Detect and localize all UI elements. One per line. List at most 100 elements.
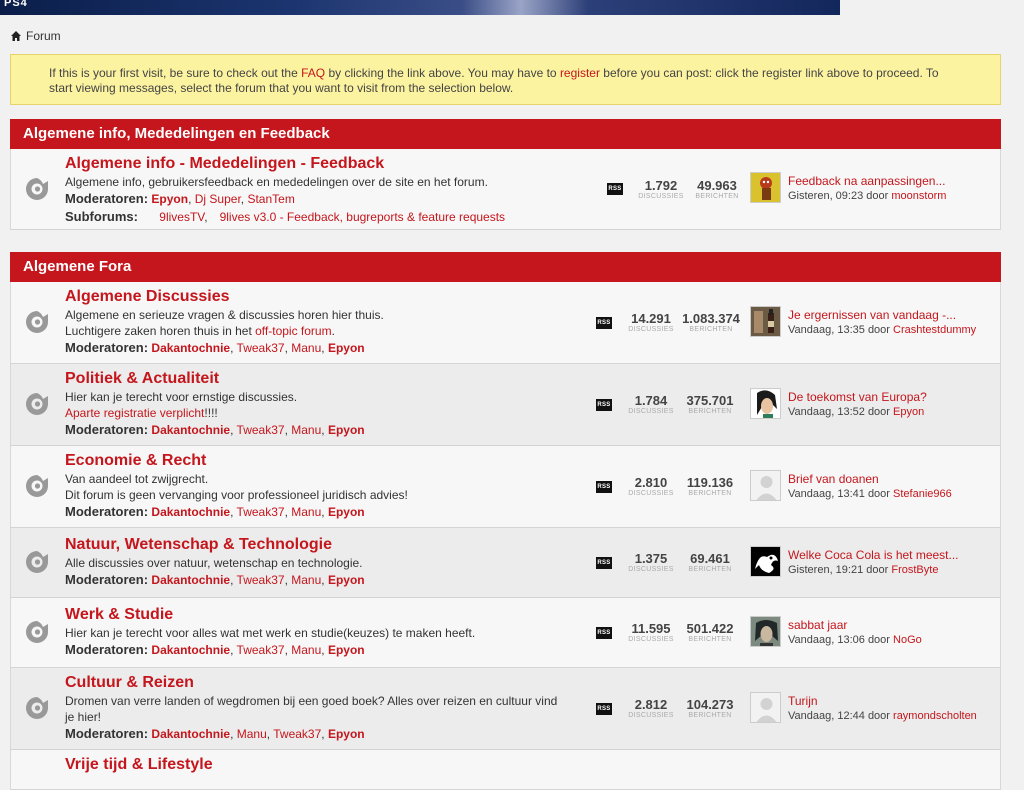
moderator-link[interactable]: Tweak37 [237, 341, 285, 355]
last-post-title[interactable]: Welke Coca Cola is het meest... [788, 547, 998, 563]
last-post-user[interactable]: raymondscholten [893, 710, 977, 722]
last-post-title[interactable]: De toekomst van Europa? [788, 389, 998, 405]
last-post-user[interactable]: FrostByte [891, 564, 938, 576]
section-title[interactable]: Algemene info, Mededelingen en Feedback [10, 119, 1001, 149]
moderator-link[interactable]: Tweak37 [237, 423, 285, 437]
posts-count: 69.461 BERICHTEN [688, 551, 732, 573]
avatar[interactable] [750, 616, 781, 647]
last-post-title[interactable]: sabbat jaar [788, 617, 998, 633]
section-algemene-info: Algemene info, Mededelingen en Feedback … [10, 119, 1001, 230]
forum-title-link[interactable]: Natuur, Wetenschap & Technologie [65, 535, 605, 555]
subforum-link[interactable]: 9lives v3.0 - Feedback, bugreports & fea… [220, 210, 506, 224]
rss-icon[interactable]: RSS [607, 183, 623, 195]
register-link[interactable]: register [560, 66, 600, 80]
faq-link[interactable]: FAQ [301, 66, 325, 80]
forum-status-icon [26, 393, 48, 415]
moderator-link[interactable]: Dakantochnie [151, 423, 230, 437]
moderator-link[interactable]: Epyon [328, 423, 365, 437]
moderator-link[interactable]: Tweak37 [237, 505, 285, 519]
avatar[interactable] [750, 388, 781, 419]
moderator-link[interactable]: Epyon [328, 505, 365, 519]
last-post: sabbat jaar Vandaag, 13:06 door NoGo [788, 617, 998, 647]
breadcrumb-forum-link[interactable]: Forum [26, 29, 61, 43]
forum-title-link[interactable]: Politiek & Actualiteit [65, 369, 605, 389]
last-post-user[interactable]: Stefanie966 [893, 488, 952, 500]
last-post-user[interactable]: Crashtestdummy [893, 324, 976, 336]
moderator-link[interactable]: Manu [237, 727, 267, 741]
moderators-line: Moderatoren: Dakantochnie, Tweak37, Manu… [65, 422, 365, 437]
last-post-user[interactable]: NoGo [893, 634, 922, 646]
first-visit-notice: If this is your first visit, be sure to … [10, 54, 1001, 105]
last-post: Turijn Vandaag, 12:44 door raymondscholt… [788, 693, 998, 723]
home-icon[interactable] [10, 30, 22, 42]
last-post-title[interactable]: Brief van doanen [788, 471, 998, 487]
moderator-link[interactable]: Manu [291, 341, 321, 355]
last-post-title[interactable]: Turijn [788, 693, 998, 709]
moderators-line: Moderatoren: Dakantochnie, Tweak37, Manu… [65, 572, 365, 587]
moderator-link[interactable]: Tweak37 [237, 573, 285, 587]
moderator-link[interactable]: Manu [291, 505, 321, 519]
rss-icon[interactable]: RSS [596, 703, 612, 715]
forum-row: Algemene info - Mededelingen - Feedback … [10, 149, 1001, 230]
avatar[interactable] [750, 306, 781, 337]
moderator-link[interactable]: Epyon [328, 573, 365, 587]
moderator-link[interactable]: Epyon [328, 643, 365, 657]
moderator-link[interactable]: Dakantochnie [151, 341, 230, 355]
moderators-line: Moderatoren: Epyon, Dj Super, StanTem [65, 191, 295, 206]
last-post-title[interactable]: Feedback na aanpassingen... [788, 173, 998, 189]
posts-count: 375.701 BERICHTEN [686, 393, 734, 415]
off-topic-link[interactable]: off-topic forum [255, 324, 331, 338]
moderator-link[interactable]: Dakantochnie [151, 643, 230, 657]
moderator-link[interactable]: Dakantochnie [151, 573, 230, 587]
moderator-link[interactable]: Epyon [328, 341, 365, 355]
avatar[interactable] [750, 470, 781, 501]
moderator-link[interactable]: Tweak37 [237, 643, 285, 657]
discussions-count: 2.812 DISCUSSIES [628, 697, 674, 719]
posts-count: 49.963 BERICHTEN [695, 178, 739, 200]
moderators-line: Moderatoren: Dakantochnie, Tweak37, Manu… [65, 642, 365, 657]
forum-row: Natuur, Wetenschap & Technologie Alle di… [10, 528, 1001, 598]
banner-logo: PS4 [4, 0, 28, 9]
rss-icon[interactable]: RSS [596, 627, 612, 639]
moderator-link[interactable]: Dj Super [195, 192, 241, 206]
moderator-link[interactable]: Manu [291, 423, 321, 437]
forum-title-link[interactable]: Cultuur & Reizen [65, 673, 565, 693]
forum-title-link[interactable]: Economie & Recht [65, 451, 605, 471]
moderator-link[interactable]: Dakantochnie [151, 505, 230, 519]
posts-count: 1.083.374 BERICHTEN [682, 311, 740, 333]
last-post-user[interactable]: Epyon [893, 406, 924, 418]
section-title[interactable]: Algemene Fora [10, 252, 1001, 282]
forum-status-icon [26, 551, 48, 573]
forum-row: Vrije tijd & Lifestyle [10, 750, 1001, 790]
moderators-line: Moderatoren: Dakantochnie, Tweak37, Manu… [65, 340, 365, 355]
rss-icon[interactable]: RSS [596, 481, 612, 493]
avatar[interactable] [750, 172, 781, 203]
moderator-link[interactable]: Epyon [151, 192, 188, 206]
moderator-link[interactable]: StanTem [247, 192, 294, 206]
forum-title-link[interactable]: Algemene Discussies [65, 287, 605, 307]
forum-title-link[interactable]: Werk & Studie [65, 605, 605, 625]
moderator-link[interactable]: Manu [291, 573, 321, 587]
forum-row: Algemene Discussies Algemene en serieuze… [10, 282, 1001, 364]
avatar[interactable] [750, 692, 781, 723]
avatar[interactable] [750, 546, 781, 577]
rss-icon[interactable]: RSS [596, 557, 612, 569]
registration-link[interactable]: Aparte registratie verplicht [65, 406, 204, 420]
moderators-line: Moderatoren: Dakantochnie, Manu, Tweak37… [65, 726, 365, 741]
moderator-link[interactable]: Epyon [328, 727, 365, 741]
forum-title-link[interactable]: Vrije tijd & Lifestyle [65, 755, 605, 775]
forum-row: Werk & Studie Hier kan je terecht voor a… [10, 598, 1001, 668]
rss-icon[interactable]: RSS [596, 317, 612, 329]
forum-title-link[interactable]: Algemene info - Mededelingen - Feedback [65, 154, 605, 174]
moderator-link[interactable]: Tweak37 [273, 727, 321, 741]
last-post-title[interactable]: Je ergernissen van vandaag -... [788, 307, 998, 323]
last-post-user[interactable]: moonstorm [891, 190, 946, 202]
discussions-count: 2.810 DISCUSSIES [628, 475, 674, 497]
rss-icon[interactable]: RSS [596, 399, 612, 411]
last-post: De toekomst van Europa? Vandaag, 13:52 d… [788, 389, 998, 419]
moderator-link[interactable]: Dakantochnie [151, 727, 230, 741]
moderator-link[interactable]: Manu [291, 643, 321, 657]
site-banner[interactable]: PS4 [0, 0, 840, 15]
subforum-link[interactable]: 9livesTV [159, 210, 204, 224]
moderators-line: Moderatoren: Dakantochnie, Tweak37, Manu… [65, 504, 365, 519]
